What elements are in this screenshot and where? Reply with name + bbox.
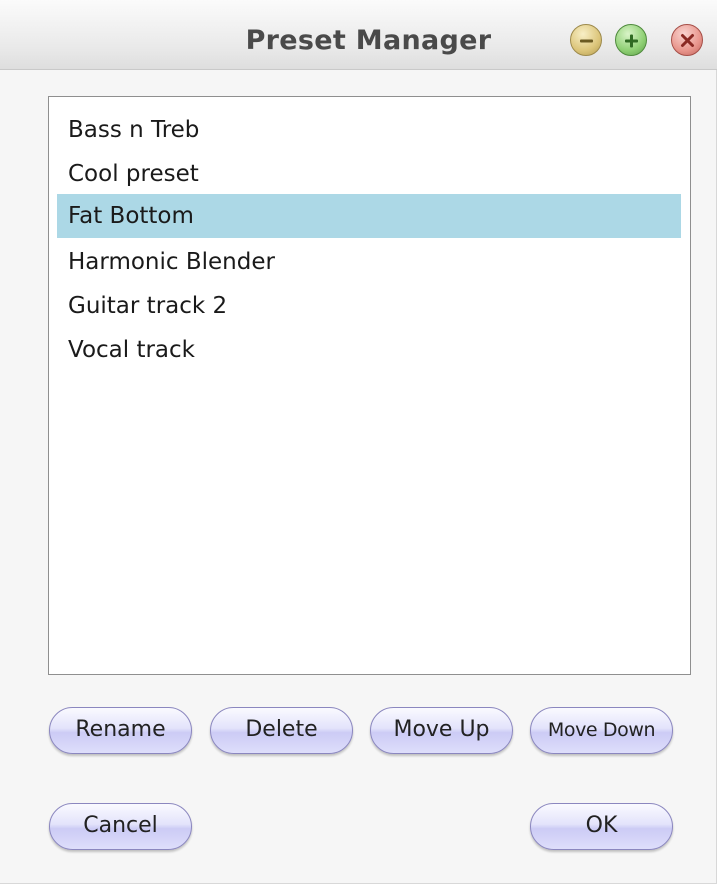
preset-list[interactable]: Bass n Treb Cool preset Fat Bottom Harmo… [48, 96, 691, 675]
list-item[interactable]: Harmonic Blender [57, 240, 681, 284]
minus-icon [580, 39, 593, 43]
list-item[interactable]: Vocal track [57, 328, 681, 372]
maximize-button[interactable] [615, 24, 647, 56]
list-item[interactable]: Cool preset [57, 152, 681, 196]
preset-manager-window: Preset Manager Bass n Treb Cool preset F… [0, 0, 717, 884]
plus-icon [625, 34, 638, 48]
list-item[interactable]: Bass n Treb [57, 108, 681, 152]
delete-button[interactable]: Delete [210, 707, 353, 754]
cancel-button[interactable]: Cancel [49, 803, 192, 850]
rename-button[interactable]: Rename [49, 707, 192, 754]
minimize-button[interactable] [570, 24, 602, 56]
x-icon [681, 34, 694, 47]
window-title: Preset Manager [245, 25, 492, 56]
move-down-button[interactable]: Move Down [530, 707, 673, 754]
title-bar[interactable]: Preset Manager [0, 0, 717, 70]
list-item-selected[interactable]: Fat Bottom [57, 194, 681, 238]
close-button[interactable] [671, 24, 703, 56]
move-up-button[interactable]: Move Up [370, 707, 513, 754]
list-item[interactable]: Guitar track 2 [57, 284, 681, 328]
ok-button[interactable]: OK [530, 803, 673, 850]
